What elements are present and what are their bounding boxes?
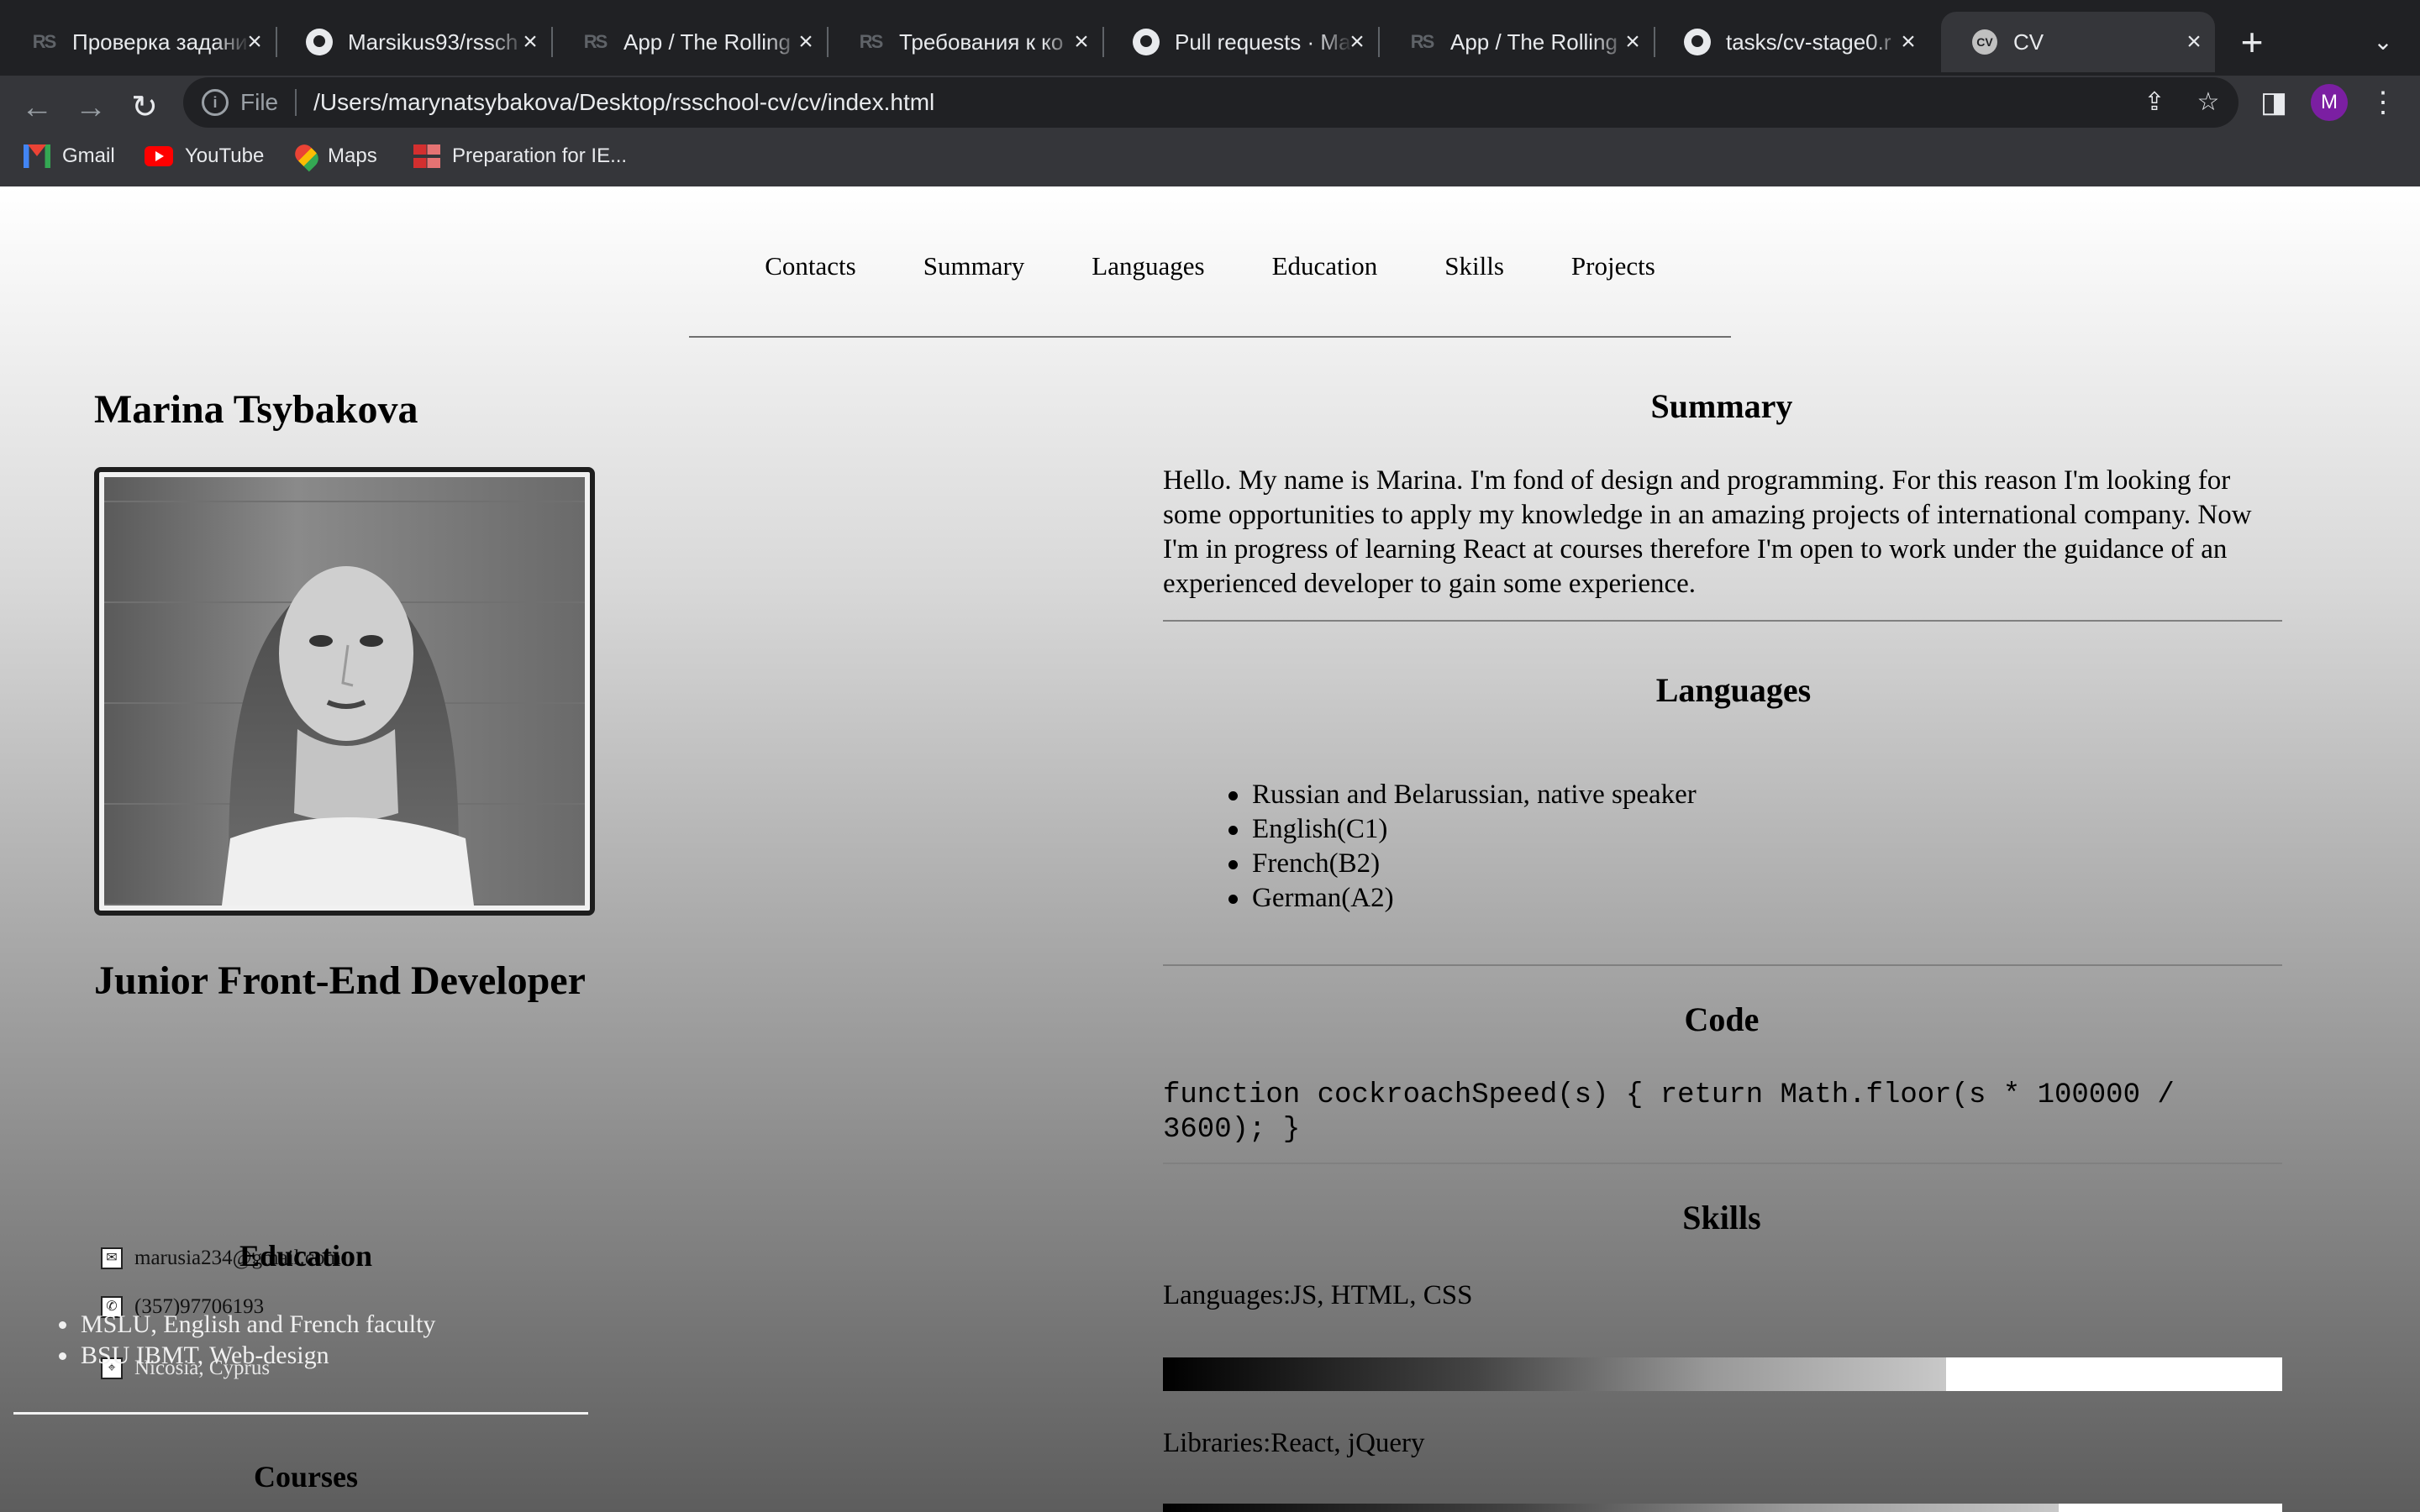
bookmark-gmail[interactable]: Gmail	[24, 141, 115, 171]
skill-label: Languages:JS, HTML, CSS	[1163, 1280, 1473, 1310]
list-item: German(A2)	[1228, 881, 1697, 916]
nav-summary[interactable]: Summary	[890, 245, 1059, 287]
youtube-icon	[145, 146, 173, 166]
list-item: English(C1)	[1228, 812, 1697, 847]
languages-heading: Languages	[1655, 671, 1812, 709]
skill-progress-fill	[1163, 1504, 2059, 1512]
rs-icon: RS	[1410, 31, 1435, 52]
code-sample: function cockroachSpeed(s) { return Math…	[1163, 1079, 2192, 1146]
nav-education[interactable]: Education	[1239, 245, 1412, 287]
education-heading: Education	[239, 1239, 373, 1273]
skill-label: Libraries:React, jQuery	[1163, 1428, 1425, 1458]
rs-icon: RS	[583, 31, 608, 52]
list-item: Russian and Belarussian, native speaker	[1228, 778, 1697, 812]
bookmark-label: YouTube	[185, 144, 265, 167]
share-icon[interactable]: ⇪	[2139, 87, 2170, 118]
tab-6[interactable]: RS App / The Rolling ×	[1378, 12, 1655, 72]
list-item: French(B2)	[1228, 847, 1697, 881]
job-title: Junior Front-End Developer	[94, 958, 586, 1003]
bookmark-star-icon[interactable]: ☆	[2193, 87, 2223, 118]
close-icon[interactable]: ×	[1344, 29, 1370, 55]
tab-7[interactable]: tasks/cv-stage0.r ×	[1654, 12, 1929, 72]
tab-4[interactable]: RS Требования к ко ×	[827, 12, 1104, 72]
profile-photo	[94, 467, 595, 916]
github-icon	[306, 29, 333, 55]
page-nav: Contacts Summary Languages Education Ski…	[689, 245, 1731, 287]
bookmark-label: Preparation for IE...	[452, 144, 628, 167]
address-url[interactable]: /Users/marynatsybakova/Desktop/rsschool-…	[313, 89, 934, 116]
tab-2[interactable]: Marsikus93/rssch ×	[276, 12, 553, 72]
section-divider	[1163, 964, 2282, 966]
cv-icon: CV	[1971, 29, 1998, 55]
tab-1[interactable]: RS Проверка задани ×	[0, 12, 277, 72]
tab-strip: RS Проверка задани × Marsikus93/rssch × …	[0, 0, 2420, 76]
forward-arrow-icon[interactable]: →	[67, 84, 114, 131]
profile-avatar[interactable]: M	[2311, 84, 2348, 121]
close-icon[interactable]: ×	[1620, 29, 1645, 55]
close-icon[interactable]: ×	[793, 29, 818, 55]
info-icon[interactable]: i	[202, 89, 229, 116]
education-list: MSLU, English and French faculty BSU IBM…	[44, 1309, 435, 1371]
close-icon[interactable]: ×	[518, 29, 543, 55]
summary-heading: Summary	[1650, 387, 1793, 425]
bookmark-label: Maps	[328, 144, 377, 167]
back-arrow-icon[interactable]: ←	[13, 84, 60, 131]
bookmark-label: Gmail	[62, 144, 115, 167]
summary-text: Hello. My name is Marina. I'm fond of de…	[1163, 465, 2252, 599]
close-icon[interactable]: ×	[1069, 29, 1094, 55]
tab-title: Требования к ко	[899, 29, 1064, 55]
courses-heading: Courses	[254, 1460, 358, 1494]
tab-search-chevron-icon[interactable]: ⌄	[2366, 25, 2400, 59]
reload-icon[interactable]: ↻	[121, 84, 168, 131]
tab-cv-active[interactable]: CV CV ×	[1941, 12, 2215, 72]
tab-title: tasks/cv-stage0.r	[1726, 29, 1891, 55]
tab-title: App / The Rolling	[623, 29, 791, 55]
rs-icon: RS	[32, 31, 57, 52]
languages-list: Russian and Belarussian, native speaker …	[1228, 778, 1697, 916]
skills-heading: Skills	[1682, 1199, 1761, 1236]
tab-5[interactable]: Pull requests · Ma ×	[1102, 12, 1380, 72]
nav-projects[interactable]: Projects	[1538, 245, 1689, 287]
new-tab-button[interactable]: +	[2232, 23, 2272, 64]
skill-progress-bar	[1163, 1357, 2282, 1391]
grid-icon	[413, 144, 440, 168]
section-divider	[1163, 620, 2282, 622]
nav-divider	[689, 336, 1731, 338]
list-item: BSU IBMT, Web-design	[44, 1340, 435, 1371]
maps-icon	[291, 140, 323, 172]
tab-title: Проверка задани	[72, 29, 248, 55]
rs-icon: RS	[859, 31, 884, 52]
github-icon	[1684, 29, 1711, 55]
bookmark-ielts[interactable]: Preparation for IE...	[413, 141, 627, 171]
address-scheme: File	[240, 89, 279, 115]
skill-progress-bar	[1163, 1504, 2282, 1512]
bookmark-youtube[interactable]: YouTube	[145, 141, 264, 171]
gmail-icon	[24, 144, 50, 168]
portrait-image	[222, 566, 474, 906]
close-icon[interactable]: ×	[1896, 29, 1921, 55]
tab-title: CV	[2013, 29, 2044, 55]
nav-skills[interactable]: Skills	[1411, 245, 1538, 287]
address-bar[interactable]: i File /Users/marynatsybakova/Desktop/rs…	[183, 77, 2238, 128]
tab-title: Pull requests · Ma	[1175, 29, 1351, 55]
list-item: MSLU, English and French faculty	[44, 1309, 435, 1340]
nav-languages[interactable]: Languages	[1058, 245, 1238, 287]
close-icon[interactable]: ×	[2181, 29, 2207, 55]
skill-progress-fill	[1163, 1357, 1947, 1391]
nav-contacts[interactable]: Contacts	[731, 245, 890, 287]
code-heading: Code	[1684, 1000, 1760, 1038]
side-panel-icon[interactable]: ◨	[2255, 84, 2292, 121]
section-divider	[13, 1412, 588, 1415]
github-icon	[1133, 29, 1160, 55]
tab-3[interactable]: RS App / The Rolling ×	[551, 12, 829, 72]
bookmark-maps[interactable]: Maps	[291, 140, 377, 172]
tab-title: App / The Rolling	[1450, 29, 1618, 55]
person-name: Marina Tsybakova	[94, 387, 418, 432]
kebab-menu-icon[interactable]: ⋮	[2365, 84, 2402, 121]
cv-page: Contacts Summary Languages Education Ski…	[0, 186, 2420, 1512]
close-icon[interactable]: ×	[242, 29, 267, 55]
section-divider	[1163, 1163, 2282, 1164]
tab-title: Marsikus93/rssch	[348, 29, 518, 55]
